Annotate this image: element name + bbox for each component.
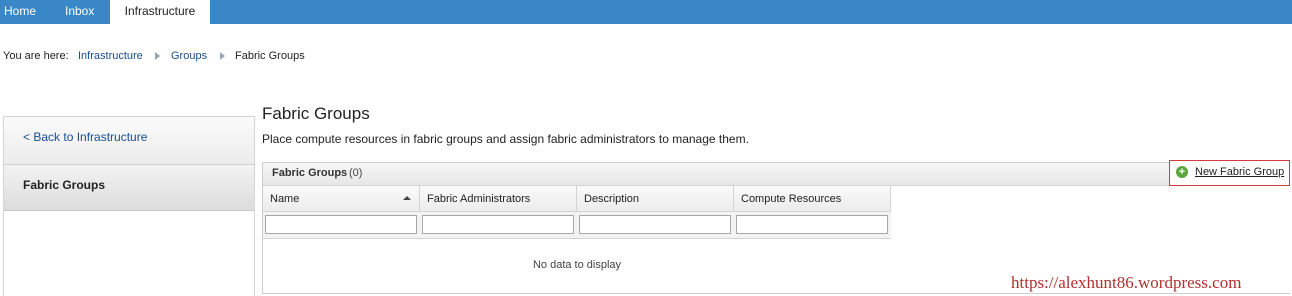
grid-header: Fabric Groups (0) + New Fabric Group (263, 160, 1290, 186)
column-header-label: Name (270, 193, 300, 205)
left-panel: < Back to Infrastructure Fabric Groups (3, 116, 255, 296)
empty-message: No data to display (532, 259, 622, 271)
sidebar-item-label: Fabric Groups (23, 178, 106, 192)
breadcrumb-current: Fabric Groups (235, 50, 305, 62)
grid-title: Fabric Groups (272, 167, 348, 179)
sort-ascending-icon (403, 196, 411, 200)
add-icon: + (1176, 166, 1188, 178)
tab-inbox[interactable]: Inbox (65, 0, 94, 24)
tab-infrastructure[interactable]: Infrastructure (110, 0, 210, 24)
description-filter-input[interactable] (579, 215, 731, 234)
breadcrumb-infrastructure-link[interactable]: Infrastructure (78, 50, 143, 62)
column-header-fabric-administrators[interactable]: Fabric Administrators (420, 186, 577, 212)
sidebar-item-fabric-groups[interactable]: Fabric Groups (4, 165, 254, 211)
top-nav-bar: Home Inbox Infrastructure (0, 0, 1292, 24)
back-to-infrastructure-link[interactable]: < Back to Infrastructure (23, 130, 147, 144)
new-fabric-group-button[interactable]: + New Fabric Group (1169, 160, 1290, 186)
tab-home[interactable]: Home (4, 0, 36, 24)
breadcrumb-groups-link[interactable]: Groups (171, 50, 207, 62)
watermark: https://alexhunt86.wordpress.com (1011, 273, 1242, 292)
column-header-name[interactable]: Name (263, 186, 420, 212)
column-header-label: Compute Resources (741, 193, 842, 205)
new-fabric-group-label[interactable]: New Fabric Group (1195, 166, 1284, 178)
breadcrumb-separator-icon (220, 52, 225, 60)
column-header-label: Fabric Administrators (427, 193, 531, 205)
column-header-compute-resources[interactable]: Compute Resources (734, 186, 891, 212)
column-header-description[interactable]: Description (577, 186, 734, 212)
breadcrumb-prefix: You are here: (3, 50, 69, 62)
fabric-administrators-filter-input[interactable] (422, 215, 574, 234)
name-filter-input[interactable] (265, 215, 417, 234)
grid-count: (0) (349, 167, 363, 179)
column-header-label: Description (584, 193, 640, 205)
page-description: Place compute resources in fabric groups… (262, 132, 749, 146)
compute-resources-filter-input[interactable] (736, 215, 888, 234)
page-title: Fabric Groups (262, 104, 370, 123)
breadcrumb-separator-icon (155, 52, 160, 60)
back-to-infrastructure-item[interactable]: < Back to Infrastructure (4, 117, 254, 165)
